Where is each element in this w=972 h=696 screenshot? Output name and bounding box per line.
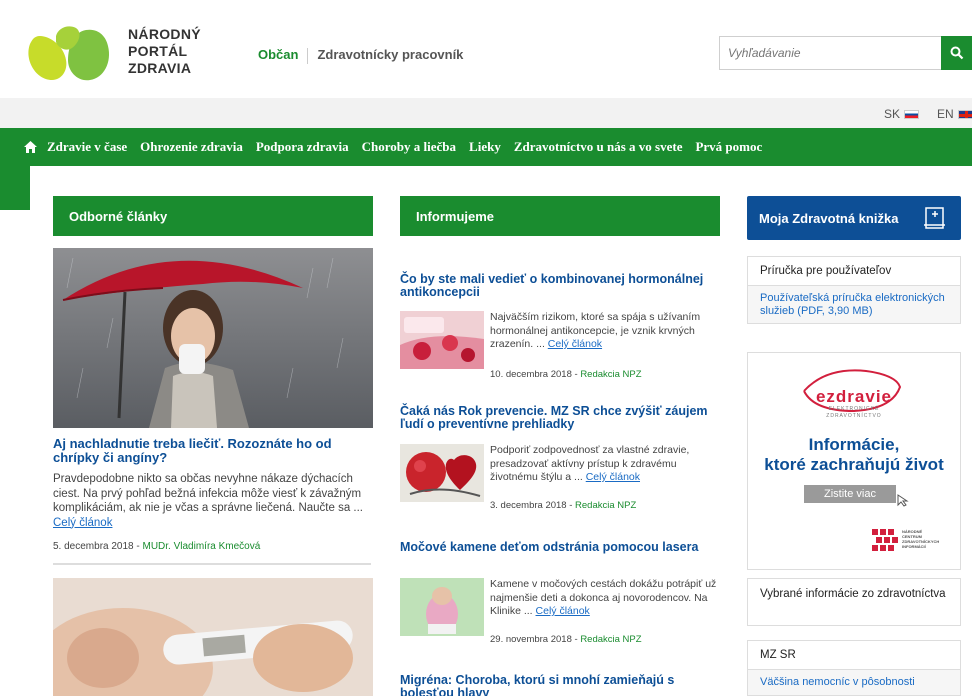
- read-more-link[interactable]: Celý článok: [53, 517, 112, 529]
- language-en-label: EN: [937, 107, 954, 121]
- nav-item-podpora-zdravia[interactable]: Podpora zdravia: [256, 139, 349, 155]
- logo-line-1: NÁRODNÝ: [128, 26, 201, 42]
- read-more-link[interactable]: Celý článok: [586, 471, 640, 483]
- selected-info-title: Vybrané informácie zo zdravotníctva: [760, 588, 946, 600]
- ezdravie-logo-text: ezdravie: [815, 387, 893, 406]
- audience-citizen-link[interactable]: Občan: [258, 47, 298, 62]
- audience-switch: Občan Zdravotnícky pracovník: [258, 47, 463, 64]
- search-bar: [719, 36, 972, 70]
- health-book-button[interactable]: Moja Zdravotná knižka: [747, 196, 961, 240]
- health-book-icon: [924, 207, 945, 229]
- user-manual-box: Príručka pre používateľov Používateľská …: [747, 256, 961, 324]
- portal-logo-text[interactable]: NÁRODNÝ PORTÁL ZDRAVIA: [128, 26, 201, 77]
- news-author[interactable]: Redakcia NPZ: [575, 500, 636, 511]
- article-image-thermometer[interactable]: [53, 578, 373, 696]
- news-meta: 29. novembra 2018 - Redakcia NPZ: [490, 634, 642, 645]
- nav-item-prva-pomoc[interactable]: Prvá pomoc: [695, 139, 762, 155]
- news-author[interactable]: Redakcia NPZ: [580, 369, 641, 380]
- language-en[interactable]: EN: [937, 107, 972, 121]
- language-sk-label: SK: [884, 107, 901, 121]
- learn-more-button[interactable]: Zistite viac: [804, 485, 896, 503]
- health-book-label: Moja Zdravotná knižka: [759, 210, 899, 226]
- read-more-link[interactable]: Celý článok: [536, 605, 590, 617]
- article-date: 5. decembra 2018 -: [53, 541, 143, 552]
- search-button[interactable]: [941, 36, 972, 70]
- article-divider: [53, 563, 371, 565]
- main-navigation: Zdravie v čase Ohrozenie zdravia Podpora…: [0, 128, 972, 166]
- news-thumbnail-prevention[interactable]: [400, 444, 484, 502]
- mzsr-title: MZ SR: [748, 641, 960, 670]
- article-image-cold[interactable]: [53, 248, 373, 428]
- mzsr-link[interactable]: Väčšina nemocníc v pôsobnosti: [748, 670, 960, 695]
- news-date: 3. decembra 2018 -: [490, 500, 576, 511]
- news-date: 10. decembra 2018 -: [490, 369, 581, 380]
- news-meta: 10. decembra 2018 - Redakcia NPZ: [490, 369, 642, 380]
- column-head-news[interactable]: Informujeme: [400, 196, 720, 236]
- home-icon[interactable]: [24, 141, 37, 153]
- portal-logo-icon[interactable]: [22, 22, 112, 84]
- news-excerpt-text: Kamene v močových cestách dokážu potrápi…: [490, 578, 717, 617]
- news-excerpt: Najväčším rizikom, ktoré sa spája s užív…: [490, 311, 720, 352]
- news-excerpt: Kamene v močových cestách dokážu potrápi…: [490, 578, 720, 619]
- logo-line-2: PORTÁL: [128, 43, 188, 59]
- news-title[interactable]: Močové kamene deťom odstránia pomocou la…: [400, 541, 720, 554]
- news-excerpt: Podporiť zodpovednosť za vlastné zdravie…: [490, 444, 720, 485]
- nav-item-zdravotnictvo[interactable]: Zdravotníctvo u nás a vo svete: [514, 139, 683, 155]
- user-manual-title: Príručka pre používateľov: [748, 257, 960, 286]
- site-header: NÁRODNÝ PORTÁL ZDRAVIA Občan Zdravotnícky…: [0, 0, 972, 98]
- news-author[interactable]: Redakcia NPZ: [580, 634, 641, 645]
- news-title[interactable]: Čaká nás Rok prevencie. MZ SR chce zvýši…: [400, 405, 720, 431]
- nav-item-lieky[interactable]: Lieky: [469, 139, 501, 155]
- news-meta: 3. decembra 2018 - Redakcia NPZ: [490, 500, 636, 511]
- nczi-logo-icon: [872, 529, 898, 551]
- read-more-link[interactable]: Celý článok: [548, 338, 602, 350]
- ezdravie-logo-sub-1: ELEKTRONICKÉ: [828, 406, 880, 412]
- article-author[interactable]: MUDr. Vladimíra Kmečová: [143, 541, 261, 552]
- language-sk[interactable]: SK: [884, 107, 920, 121]
- nczi-text: NÁRODNÉ CENTRUM ZDRAVOTNÍCKYCH INFORMÁCI…: [902, 529, 939, 549]
- news-thumbnail-contraceptive[interactable]: [400, 311, 484, 369]
- nav-item-ohrozenie-zdravia[interactable]: Ohrozenie zdravia: [140, 139, 243, 155]
- audience-professional-link[interactable]: Zdravotnícky pracovník: [317, 47, 463, 62]
- ezdravie-banner[interactable]: ezdravie ELEKTRONICKÉ ZDRAVOTNÍCTVO Info…: [747, 352, 961, 570]
- ezdravie-headline-2: ktoré zachraňujú život: [764, 455, 944, 474]
- news-title[interactable]: Čo by ste mali vedieť o kombinovanej hor…: [400, 273, 720, 299]
- nczi-text-4: INFORMÁCIÍ: [902, 544, 926, 549]
- nav-item-zdravie-v-case[interactable]: Zdravie v čase: [47, 139, 127, 155]
- mzsr-box: MZ SR Väčšina nemocníc v pôsobnosti: [747, 640, 961, 696]
- article-meta: 5. decembra 2018 - MUDr. Vladimíra Kmečo…: [53, 541, 260, 552]
- sk-flag-icon: [904, 109, 920, 119]
- news-date: 29. novembra 2018 -: [490, 634, 581, 645]
- language-bar: SK EN: [0, 98, 972, 128]
- ezdravie-headline: Informácie, ktoré zachraňujú život: [748, 435, 960, 475]
- nav-item-choroby-a-liecba[interactable]: Choroby a liečba: [362, 139, 456, 155]
- ezdravie-headline-1: Informácie,: [808, 435, 900, 454]
- cursor-arrow-icon: [897, 494, 909, 507]
- ezdravie-logo-sub-2: ZDRAVOTNÍCTVO: [826, 413, 882, 419]
- uk-flag-icon: [957, 109, 972, 119]
- news-thumbnail-kidney-stones[interactable]: [400, 578, 484, 636]
- selected-info-box[interactable]: Vybrané informácie zo zdravotníctva: [747, 578, 961, 626]
- news-title[interactable]: Migréna: Choroba, ktorú si mnohí zamieňa…: [400, 674, 720, 696]
- article-excerpt-text: Pravdepodobne nikto sa občas nevyhne nák…: [53, 473, 364, 514]
- article-excerpt: Pravdepodobne nikto sa občas nevyhne nák…: [53, 472, 375, 530]
- search-icon: [950, 46, 963, 60]
- column-head-expert-articles[interactable]: Odborné články: [53, 196, 373, 236]
- logo-line-3: ZDRAVIA: [128, 60, 192, 76]
- search-input[interactable]: [719, 36, 941, 70]
- audience-divider: [307, 47, 309, 64]
- user-manual-link[interactable]: Používateľská príručka elektronických sl…: [748, 286, 960, 323]
- nav-accent: [0, 166, 30, 210]
- article-title[interactable]: Aj nachladnutie treba liečiť. Rozoznáte …: [53, 437, 353, 465]
